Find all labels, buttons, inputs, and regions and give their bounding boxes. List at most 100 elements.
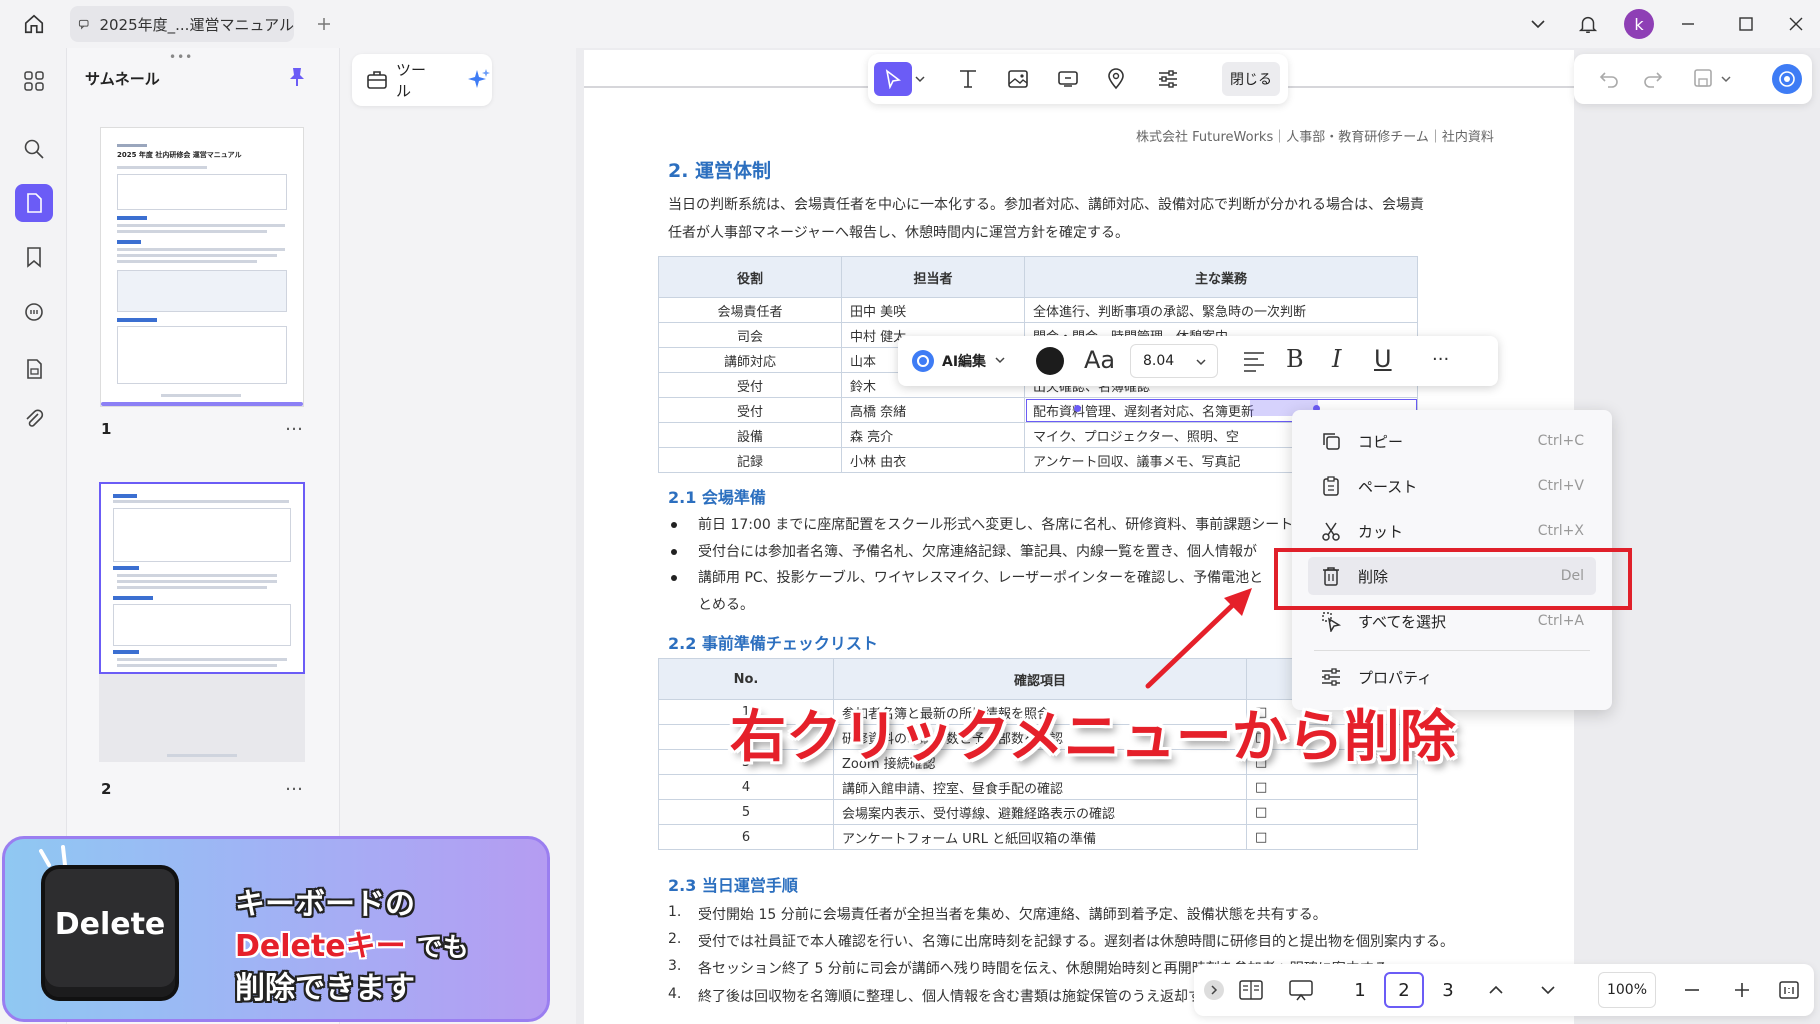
bell-icon[interactable] bbox=[1572, 10, 1604, 38]
menu-item-properties[interactable]: プロパティ bbox=[1308, 658, 1596, 696]
menu-item-label: コピー bbox=[1358, 432, 1404, 451]
home-icon[interactable] bbox=[18, 10, 50, 38]
font-button[interactable]: Aa bbox=[1084, 346, 1115, 374]
sub3-num-1: 1. bbox=[668, 904, 682, 920]
minimize-icon[interactable] bbox=[1672, 10, 1704, 38]
close-window-icon[interactable] bbox=[1780, 10, 1812, 38]
roles-header-person: 担当者 bbox=[841, 256, 1025, 298]
ai-assistant-icon[interactable] bbox=[1772, 64, 1802, 94]
underline-button[interactable]: U bbox=[1374, 345, 1392, 373]
bullet bbox=[671, 549, 677, 555]
annotation-caption: 右クリックメニューから削除 bbox=[730, 705, 1456, 770]
page-thumbnail-2[interactable] bbox=[101, 484, 303, 672]
ai-edit-dropdown-icon[interactable] bbox=[994, 354, 1006, 366]
section-title: 2. 運営体制 bbox=[668, 160, 772, 182]
actual-size-icon[interactable] bbox=[1778, 979, 1800, 1001]
menu-divider bbox=[1314, 650, 1590, 651]
collapse-nav-icon[interactable] bbox=[1204, 980, 1224, 1000]
save-icon[interactable] bbox=[1692, 67, 1714, 89]
duty-cell: 全体進行、判断事項の承認、緊急時の一次判断 bbox=[1024, 297, 1418, 323]
checkbox-cell[interactable]: □ bbox=[1246, 774, 1418, 800]
properties-tool-icon[interactable] bbox=[1154, 65, 1182, 93]
right-toolbar bbox=[1574, 54, 1812, 104]
comments-icon[interactable] bbox=[19, 298, 49, 328]
role-cell: 会場責任者 bbox=[658, 297, 842, 323]
page-button-3[interactable]: 3 bbox=[1428, 972, 1468, 1008]
thumbnail-mini-title: 2025 年度 社内研修会 運営マニュアル bbox=[117, 151, 242, 159]
page-2-more-button[interactable]: … bbox=[285, 774, 304, 795]
close-edit-button[interactable]: 閉じる bbox=[1222, 62, 1280, 96]
drag-handle-icon[interactable]: ••• bbox=[169, 50, 193, 64]
maximize-icon[interactable] bbox=[1730, 10, 1762, 38]
image-tool-icon[interactable] bbox=[1004, 65, 1032, 93]
intro-line-2: 任者が人事部マネージャーへ報告し、休憩時間内に運営方針を確定する。 bbox=[668, 225, 1130, 241]
zoom-in-icon[interactable] bbox=[1732, 980, 1752, 1000]
italic-button[interactable]: I bbox=[1332, 345, 1341, 373]
person-cell: 田中 美咲 bbox=[841, 297, 1025, 323]
save-dropdown-icon[interactable] bbox=[1720, 73, 1732, 85]
pages-icon[interactable] bbox=[15, 184, 53, 222]
user-avatar[interactable]: k bbox=[1624, 9, 1654, 39]
presentation-icon[interactable] bbox=[1288, 978, 1314, 1002]
select-tool-button[interactable] bbox=[874, 62, 912, 96]
ai-edit-label[interactable]: AI編集 bbox=[942, 351, 986, 371]
undo-icon[interactable] bbox=[1598, 67, 1620, 89]
menu-item-cut[interactable]: カット Ctrl+X bbox=[1308, 512, 1596, 550]
selection-handle-start[interactable] bbox=[1074, 405, 1081, 412]
delete-key-icon: Delete bbox=[45, 869, 175, 997]
font-size-select[interactable]: 8.04 bbox=[1130, 344, 1218, 378]
new-tab-icon[interactable] bbox=[308, 10, 340, 38]
menu-item-paste[interactable]: ペースト Ctrl+V bbox=[1308, 467, 1596, 505]
more-options-button[interactable]: ··· bbox=[1432, 349, 1449, 370]
chevron-down-icon[interactable] bbox=[1522, 10, 1554, 38]
search-icon[interactable] bbox=[19, 134, 49, 164]
roles-header-duty: 主な業務 bbox=[1024, 256, 1418, 298]
edit-toolbar: 閉じる bbox=[868, 54, 1288, 104]
stamp-tool-icon[interactable] bbox=[1102, 65, 1130, 93]
tool-label[interactable]: ツール bbox=[396, 59, 440, 101]
table-row: 5 会場案内表示、受付導線、避難経路表示の確認 □ bbox=[658, 799, 1418, 825]
menu-item-shortcut: Ctrl+A bbox=[1537, 613, 1584, 629]
chevron-down-icon[interactable] bbox=[1538, 980, 1558, 1000]
menu-item-copy[interactable]: コピー Ctrl+C bbox=[1308, 422, 1596, 460]
document-tab[interactable]: 2025年度_...運営マニュアル bbox=[70, 6, 294, 42]
checkbox-cell[interactable]: □ bbox=[1246, 824, 1418, 850]
attachment-icon[interactable] bbox=[19, 404, 49, 434]
sub3-item-1: 受付開始 15 分前に会場責任者が全担当者を集め、欠席連絡、講師到着予定、設備状… bbox=[698, 907, 1327, 923]
apps-grid-icon[interactable] bbox=[19, 66, 49, 96]
page-1-more-button[interactable]: … bbox=[285, 414, 304, 435]
link-tool-icon[interactable] bbox=[1054, 65, 1082, 93]
table-row: 4 講師入館申請、控室、昼食手配の確認 □ bbox=[658, 774, 1418, 800]
reading-mode-icon[interactable] bbox=[1238, 978, 1264, 1002]
align-icon[interactable] bbox=[1242, 350, 1266, 372]
chevron-up-icon[interactable] bbox=[1486, 980, 1506, 1000]
checkbox-cell[interactable]: □ bbox=[1246, 799, 1418, 825]
toolbox-icon[interactable] bbox=[366, 69, 388, 91]
text-color-button[interactable] bbox=[1036, 347, 1064, 375]
paste-icon bbox=[1318, 473, 1344, 499]
menu-item-label: すべてを選択 bbox=[1358, 612, 1447, 631]
pin-icon[interactable] bbox=[287, 66, 307, 88]
select-dropdown-icon[interactable] bbox=[912, 65, 928, 93]
header-note: 株式会社 FutureWorks｜人事部・教育研修チーム｜社内資料 bbox=[1136, 130, 1494, 145]
bookmark-icon[interactable] bbox=[19, 242, 49, 272]
form-icon[interactable] bbox=[19, 354, 49, 384]
keyboard-tip-box: Delete キーボードの Deleteキー でも 削除できます bbox=[2, 836, 550, 1022]
role-cell: 司会 bbox=[658, 322, 842, 348]
table-row: 会場責任者 田中 美咲 全体進行、判断事項の承認、緊急時の一次判断 bbox=[658, 297, 1418, 323]
redo-icon[interactable] bbox=[1642, 67, 1664, 89]
text-tool-icon[interactable] bbox=[954, 65, 982, 93]
document-tab-title: 2025年度_...運営マニュアル bbox=[99, 15, 294, 34]
bullet bbox=[671, 522, 677, 528]
comment-icon bbox=[78, 19, 89, 30]
zoom-level[interactable]: 100% bbox=[1598, 972, 1656, 1008]
ai-sparkle-icon[interactable] bbox=[466, 67, 492, 93]
page-button-2[interactable]: 2 bbox=[1384, 972, 1424, 1008]
page-button-1[interactable]: 1 bbox=[1340, 972, 1380, 1008]
page-thumbnail-1[interactable]: 2025 年度 社内研修会 運営マニュアル bbox=[101, 128, 303, 406]
ai-edit-icon[interactable] bbox=[910, 348, 936, 374]
subsection-3-title: 2.3 当日運営手順 bbox=[668, 876, 798, 895]
zoom-out-icon[interactable] bbox=[1682, 980, 1702, 1000]
bold-button[interactable]: B bbox=[1286, 345, 1304, 373]
item-cell: アンケートフォーム URL と紙回収箱の準備 bbox=[833, 824, 1247, 850]
